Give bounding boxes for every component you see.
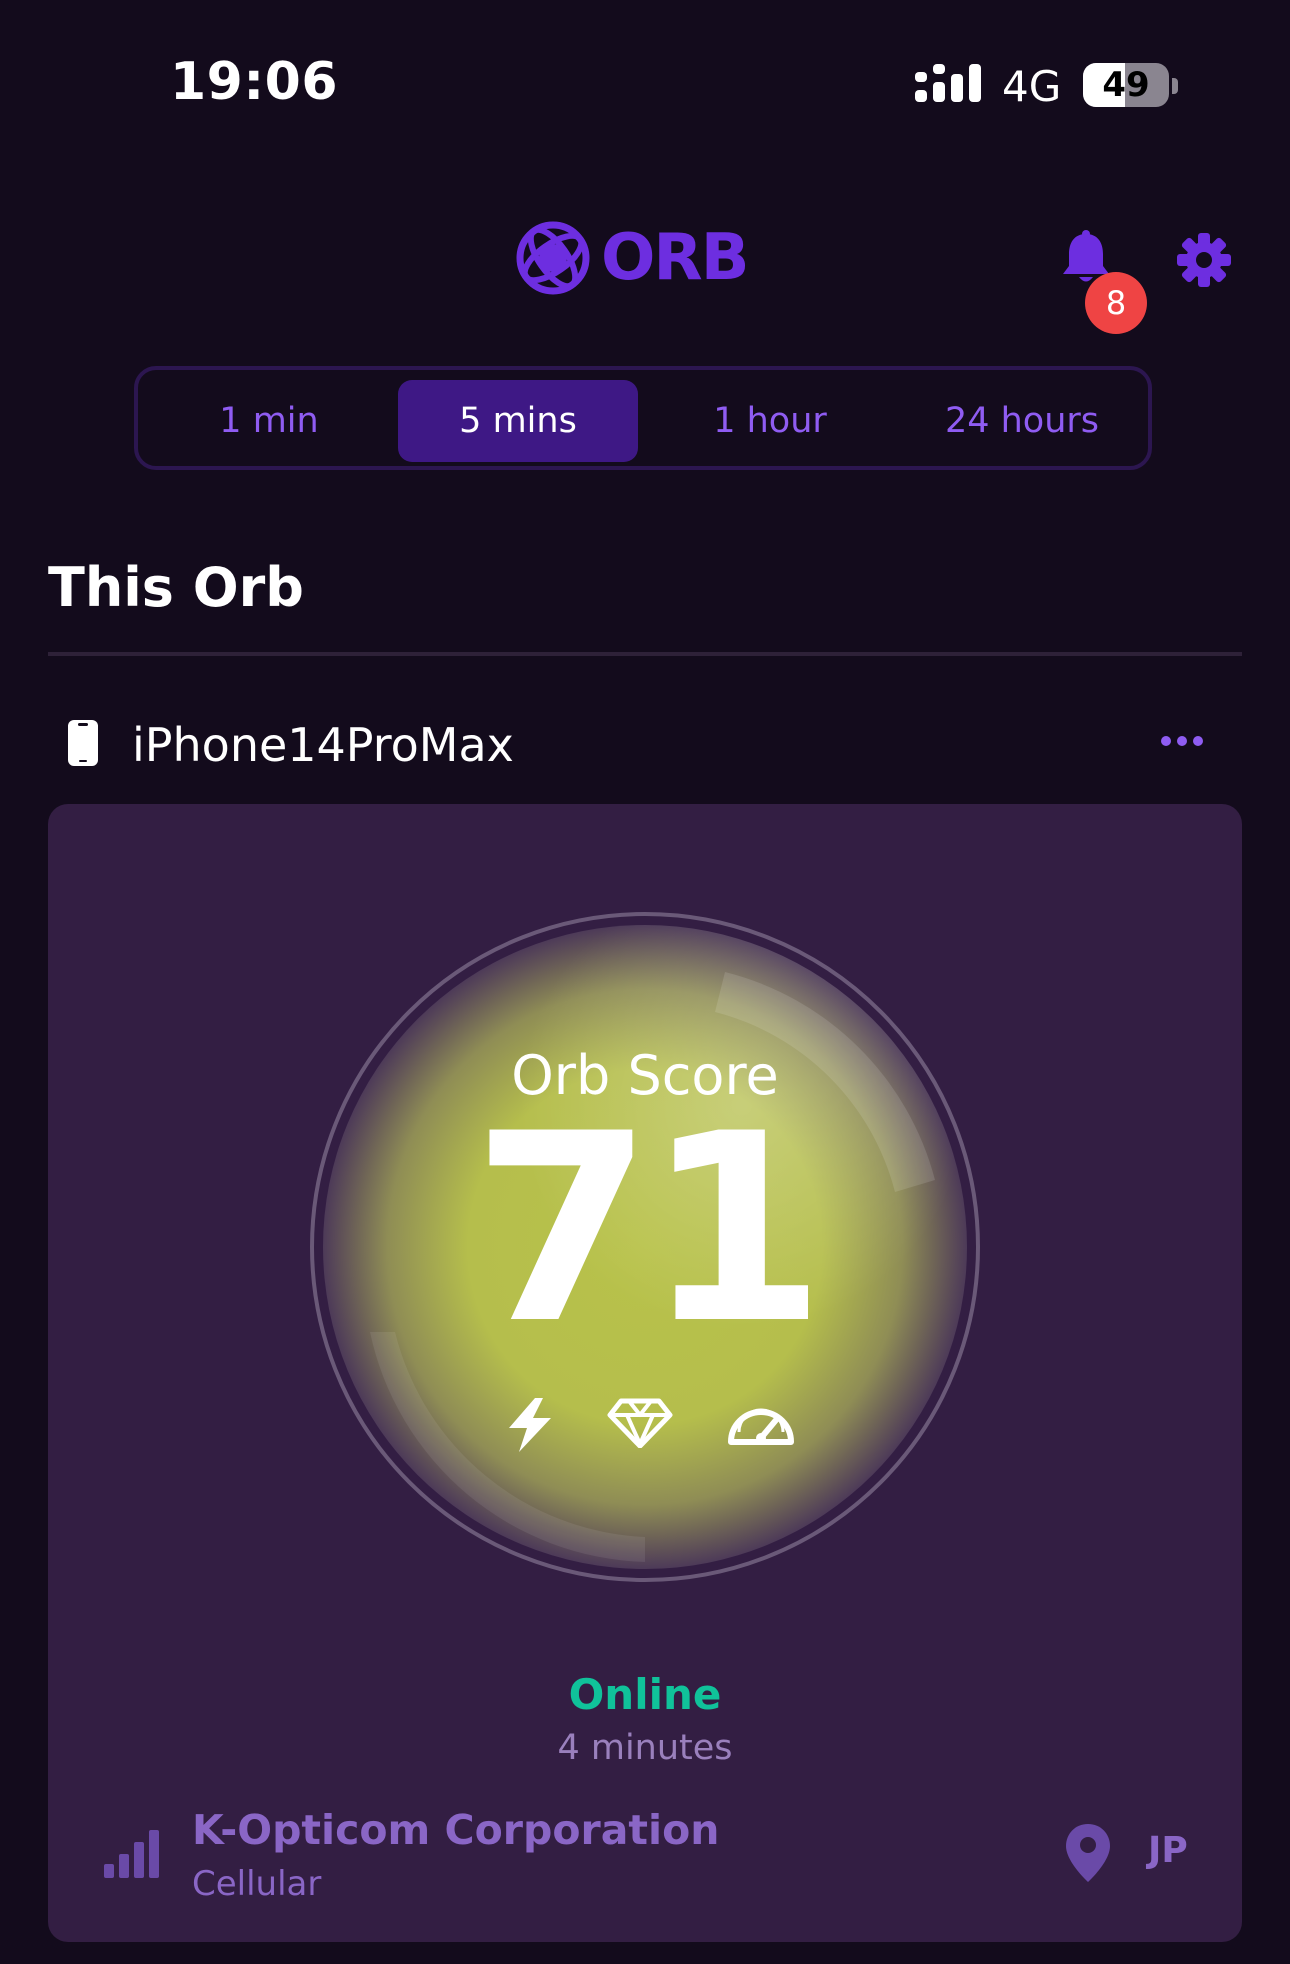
location-pin-icon bbox=[1066, 1824, 1110, 1882]
time-range-5-mins[interactable]: 5 mins bbox=[398, 380, 638, 462]
more-options-icon[interactable] bbox=[1160, 734, 1204, 748]
cellular-signal-icon bbox=[915, 64, 981, 102]
orb-logo: ORB bbox=[515, 220, 749, 296]
smartphone-icon bbox=[68, 720, 98, 766]
time-range-24-hours[interactable]: 24 hours bbox=[902, 380, 1142, 462]
gauge-icon bbox=[728, 1408, 794, 1445]
time-range-1-hour[interactable]: 1 hour bbox=[650, 380, 890, 462]
battery-percent: 49 bbox=[1102, 65, 1150, 105]
connection-duration: 4 minutes bbox=[557, 1728, 733, 1768]
orb-score-value: 71 bbox=[472, 1079, 826, 1381]
connection-type: Cellular bbox=[192, 1864, 322, 1904]
battery-nub bbox=[1172, 78, 1178, 94]
section-divider bbox=[48, 652, 1242, 656]
time-range-1-min[interactable]: 1 min bbox=[149, 380, 389, 462]
notification-badge[interactable]: 8 bbox=[1085, 272, 1147, 334]
isp-name: K-Opticom Corporation bbox=[192, 1806, 720, 1854]
diamond-icon bbox=[607, 1398, 673, 1448]
section-title: This Orb bbox=[48, 556, 304, 619]
logo-text: ORB bbox=[601, 221, 749, 295]
orb-logo-icon bbox=[516, 221, 590, 295]
connection-status: Online bbox=[568, 1670, 722, 1719]
battery-indicator: 49 bbox=[1083, 63, 1169, 107]
status-time: 19:06 bbox=[170, 52, 339, 112]
signal-bars-icon bbox=[104, 1830, 159, 1878]
device-name: iPhone14ProMax bbox=[132, 718, 514, 772]
country-code: JP bbox=[1148, 1830, 1188, 1871]
network-type: 4G bbox=[1002, 62, 1062, 111]
bolt-icon bbox=[509, 1398, 551, 1452]
time-range-selector: 1 min 5 mins 1 hour 24 hours bbox=[134, 366, 1152, 470]
gear-icon[interactable] bbox=[1176, 232, 1232, 288]
